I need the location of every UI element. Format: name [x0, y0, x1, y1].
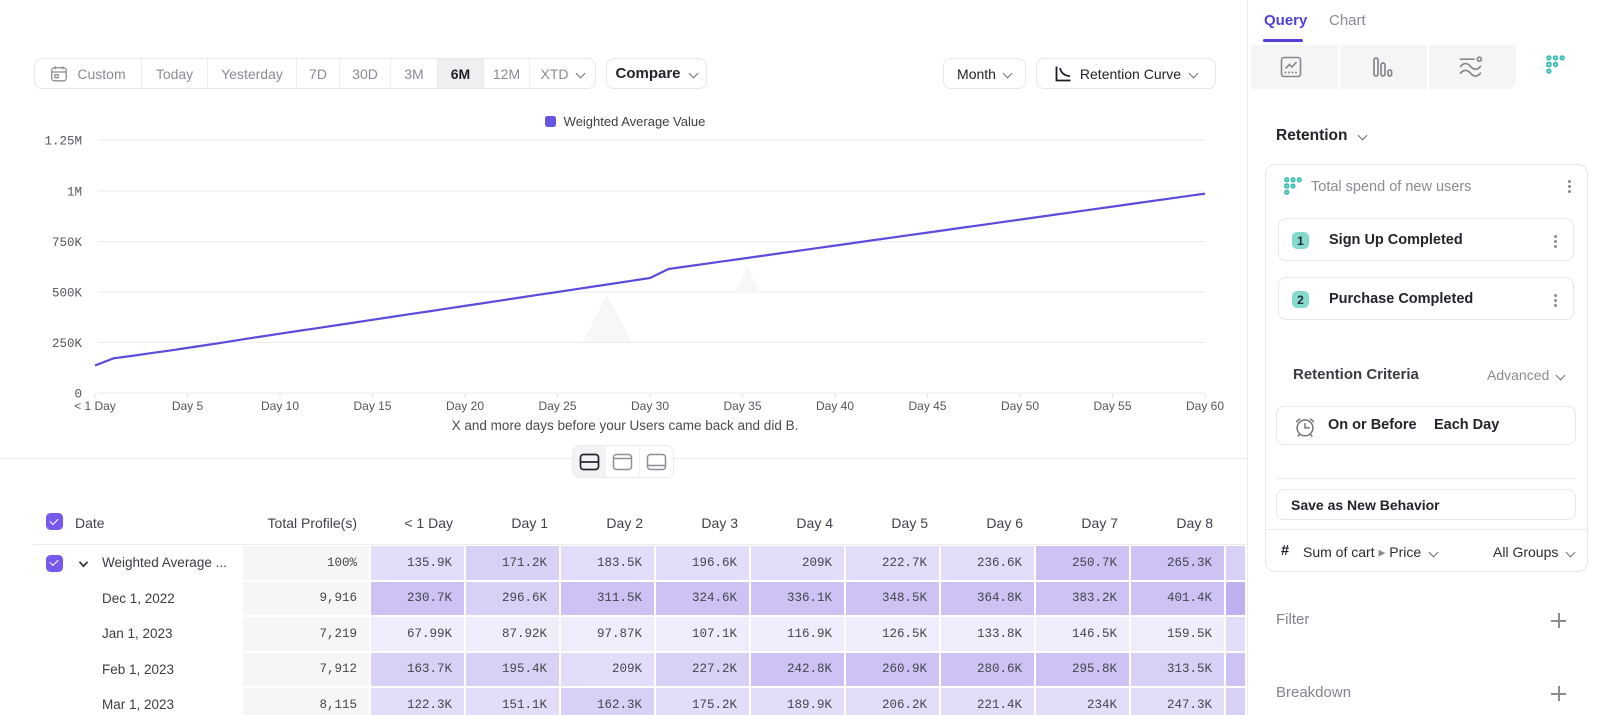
svg-text:Day 5: Day 5 — [172, 399, 204, 413]
svg-text:1.25M: 1.25M — [44, 135, 82, 149]
svg-text:Day 60: Day 60 — [1186, 399, 1224, 413]
svg-text:1M: 1M — [67, 186, 82, 200]
svg-text:Day 25: Day 25 — [538, 399, 576, 413]
svg-text:Day 40: Day 40 — [816, 399, 854, 413]
svg-text:500K: 500K — [52, 287, 83, 301]
svg-text:750K: 750K — [52, 236, 83, 250]
svg-text:Day 20: Day 20 — [446, 399, 484, 413]
svg-text:Day 15: Day 15 — [353, 399, 391, 413]
svg-text:Day 55: Day 55 — [1093, 399, 1131, 413]
svg-text:Day 10: Day 10 — [261, 399, 299, 413]
svg-text:Day 30: Day 30 — [631, 399, 669, 413]
svg-text:Day 45: Day 45 — [908, 399, 946, 413]
svg-text:Day 35: Day 35 — [723, 399, 761, 413]
svg-text:250K: 250K — [52, 337, 83, 351]
svg-text:Day 50: Day 50 — [1001, 399, 1039, 413]
svg-text:< 1 Day: < 1 Day — [74, 399, 116, 413]
